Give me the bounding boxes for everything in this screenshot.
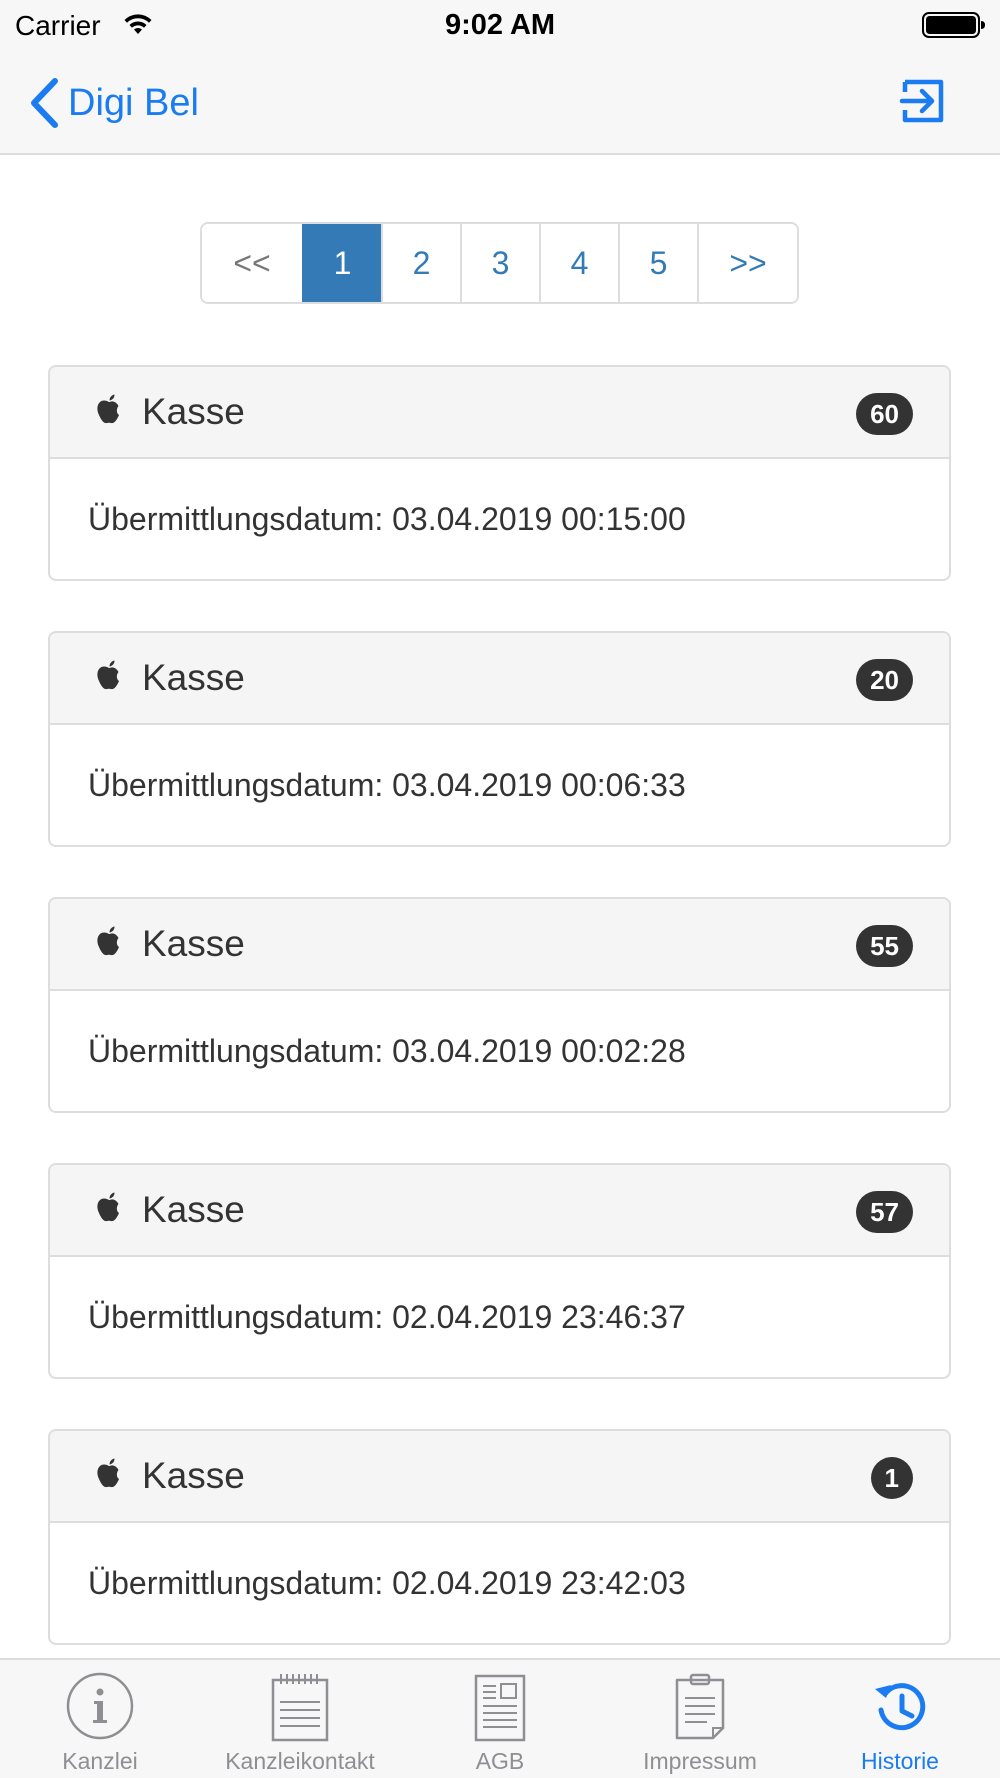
count-badge: 1 (870, 1457, 913, 1499)
apple-icon (97, 1192, 119, 1222)
card-body: Übermittlungsdatum: 03.04.2019 00:02:28 (50, 991, 949, 1111)
battery-icon (922, 12, 985, 38)
card-title: Kasse (142, 657, 245, 698)
info-icon (66, 1672, 134, 1740)
card-title: Kasse (142, 1455, 245, 1496)
transmission-date: Übermittlungsdatum: 03.04.2019 00:15:00 (88, 501, 686, 537)
history-icon (875, 1683, 926, 1731)
card-header: Kasse 20 (50, 633, 949, 725)
navigation-bar: Digi Bel (0, 50, 1000, 155)
tab-bar: Kanzlei Kanzleikontakt AGB Impressum His… (0, 1658, 1000, 1778)
count-badge: 57 (856, 1191, 913, 1233)
card-header: Kasse 57 (50, 1165, 949, 1257)
card-title: Kasse (142, 1189, 245, 1230)
tab-label: Kanzleikontakt (225, 1748, 375, 1774)
notepad-icon (271, 1674, 329, 1742)
card-header: Kasse 55 (50, 899, 949, 991)
card-body: Übermittlungsdatum: 02.04.2019 23:46:37 (50, 1257, 949, 1377)
history-card[interactable]: Kasse 57 Übermittlungsdatum: 02.04.2019 … (48, 1163, 951, 1379)
pagination-page-4[interactable]: 4 (539, 224, 618, 302)
pagination: << 1 2 3 4 5 >> (200, 222, 799, 304)
tab-agb[interactable]: AGB (400, 1660, 600, 1778)
card-body: Übermittlungsdatum: 03.04.2019 00:06:33 (50, 725, 949, 845)
back-button[interactable]: Digi Bel (28, 75, 199, 131)
count-badge: 60 (856, 393, 913, 435)
status-bar: Carrier 9:02 AM (0, 0, 1000, 50)
history-card[interactable]: Kasse 20 Übermittlungsdatum: 03.04.2019 … (48, 631, 951, 847)
transmission-date: Übermittlungsdatum: 02.04.2019 23:46:37 (88, 1299, 686, 1335)
history-list: Kasse 60 Übermittlungsdatum: 03.04.2019 … (48, 365, 951, 1695)
tab-label: Historie (861, 1748, 939, 1774)
document-icon (474, 1674, 526, 1742)
apple-icon (97, 926, 119, 956)
pagination-page-2[interactable]: 2 (381, 224, 460, 302)
transmission-date: Übermittlungsdatum: 03.04.2019 00:02:28 (88, 1033, 686, 1069)
tab-kanzlei[interactable]: Kanzlei (0, 1660, 200, 1778)
tab-label: AGB (475, 1748, 525, 1774)
card-title: Kasse (142, 391, 245, 432)
count-badge: 20 (856, 659, 913, 701)
pagination-next[interactable]: >> (697, 224, 797, 302)
card-body: Übermittlungsdatum: 02.04.2019 23:42:03 (50, 1523, 949, 1643)
card-header: Kasse 1 (50, 1431, 949, 1523)
card-body: Übermittlungsdatum: 03.04.2019 00:15:00 (50, 459, 949, 579)
card-header: Kasse 60 (50, 367, 949, 459)
tab-label: Kanzlei (62, 1748, 138, 1774)
history-card[interactable]: Kasse 1 Übermittlungsdatum: 02.04.2019 2… (48, 1429, 951, 1645)
logout-icon[interactable] (898, 76, 948, 126)
pagination-page-3[interactable]: 3 (460, 224, 539, 302)
history-card[interactable]: Kasse 60 Übermittlungsdatum: 03.04.2019 … (48, 365, 951, 581)
tab-historie[interactable]: Historie (800, 1660, 1000, 1778)
count-badge: 55 (856, 925, 913, 967)
tab-kanzleikontakt[interactable]: Kanzleikontakt (200, 1660, 400, 1778)
history-card[interactable]: Kasse 55 Übermittlungsdatum: 03.04.2019 … (48, 897, 951, 1113)
pagination-prev[interactable]: << (202, 224, 302, 302)
pagination-page-5[interactable]: 5 (618, 224, 697, 302)
transmission-date: Übermittlungsdatum: 02.04.2019 23:42:03 (88, 1565, 686, 1601)
transmission-date: Übermittlungsdatum: 03.04.2019 00:06:33 (88, 767, 686, 803)
status-time: 9:02 AM (444, 9, 556, 41)
back-button-label: Digi Bel (68, 81, 199, 124)
apple-icon (97, 394, 119, 424)
app-root: Carrier 9:02 AM Digi Bel << 1 2 3 4 5 >>… (0, 0, 1000, 1778)
apple-icon (97, 1458, 119, 1488)
card-title: Kasse (142, 923, 245, 964)
chevron-left-icon (31, 78, 58, 128)
pagination-page-1[interactable]: 1 (302, 224, 381, 302)
tab-label: Impressum (643, 1748, 757, 1774)
apple-icon (97, 660, 119, 690)
clipboard-icon (675, 1673, 725, 1740)
tab-impressum[interactable]: Impressum (600, 1660, 800, 1778)
